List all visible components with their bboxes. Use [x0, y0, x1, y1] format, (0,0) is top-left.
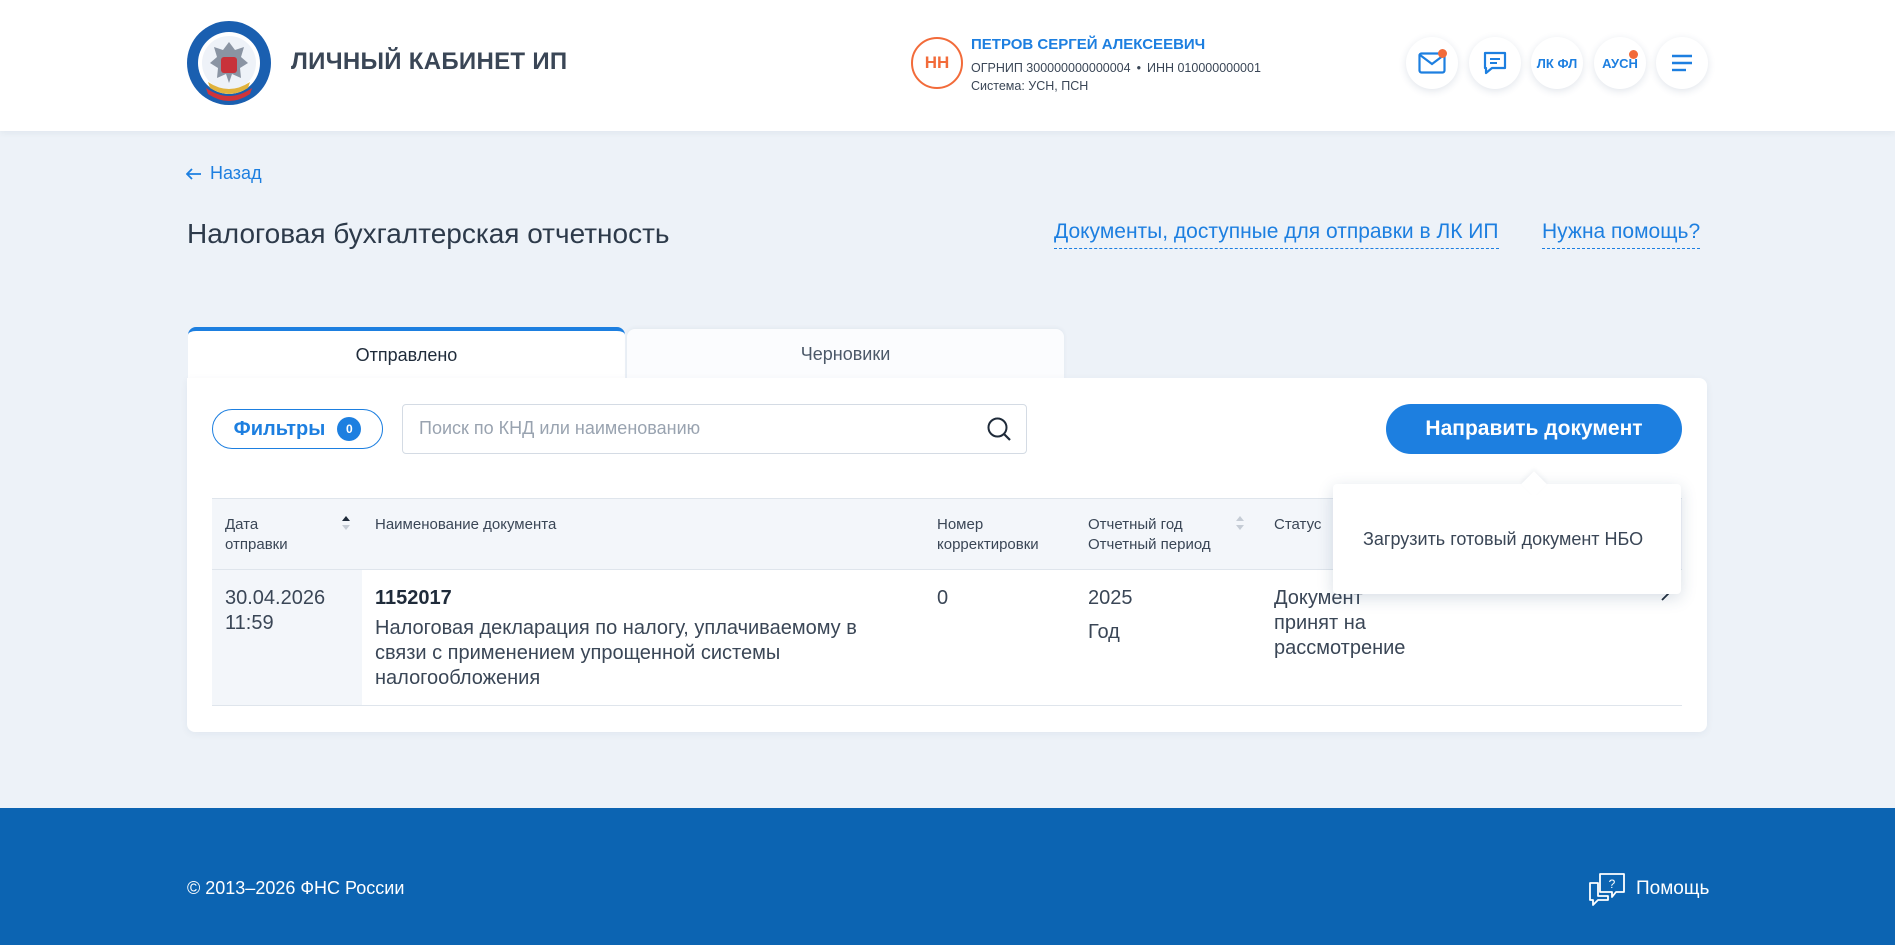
row-correction: 0: [937, 587, 949, 609]
column-header-correction: Номер корректировки: [937, 516, 1039, 553]
menu-button[interactable]: [1656, 37, 1708, 89]
upload-ready-document-item[interactable]: Загрузить готовый документ НБО: [1363, 529, 1643, 550]
row-year-period: 2025 Год: [1088, 587, 1133, 643]
app-title: ЛИЧНЫЙ КАБИНЕТ ИП: [291, 48, 568, 75]
mail-button[interactable]: [1406, 37, 1458, 89]
filters-label: Фильтры: [233, 417, 326, 440]
column-header-year-period[interactable]: Отчетный год Отчетный период: [1088, 515, 1211, 555]
available-documents-link[interactable]: Документы, доступные для отправки в ЛК И…: [1054, 220, 1499, 249]
send-document-button[interactable]: Направить документ: [1386, 404, 1682, 454]
search-box: [402, 404, 1027, 454]
lk-fl-label: ЛК ФЛ: [1536, 55, 1578, 71]
search-input[interactable]: [419, 405, 979, 452]
need-help-link[interactable]: Нужна помощь?: [1542, 220, 1701, 249]
svg-text:?: ?: [1609, 877, 1616, 891]
hamburger-menu-icon: [1672, 54, 1692, 72]
sort-neutral-icon[interactable]: [1235, 515, 1245, 531]
page-title: Налоговая бухгалтерская отчетность: [187, 218, 670, 249]
row-status: Документ принят на рассмотрение: [1274, 587, 1406, 659]
arrow-left-icon: [186, 167, 201, 180]
column-header-date[interactable]: Дата отправки: [225, 515, 288, 555]
user-ogrnip: ОГРНИП 300000000000004: [971, 61, 1131, 75]
id-separator: •: [1136, 61, 1141, 75]
column-header-name: Наименование документа: [375, 516, 557, 533]
row-knd: 1152017: [375, 587, 452, 609]
user-ids: ОГРНИП 300000000000004 • ИНН 010000000001: [971, 61, 1261, 75]
search-icon[interactable]: [986, 416, 1012, 442]
filters-count-badge: 0: [337, 417, 362, 441]
back-label: Назад: [210, 163, 262, 183]
chat-icon: [1483, 51, 1507, 75]
mail-notification-dot: [1438, 49, 1447, 58]
ausn-button[interactable]: АУСН: [1594, 37, 1646, 89]
row-document-name: 1152017 Налоговая декларация по налогу, …: [375, 587, 857, 689]
messages-button[interactable]: [1469, 37, 1521, 89]
row-date: 30.04.2026 11:59: [225, 587, 326, 634]
fns-emblem-icon[interactable]: [186, 20, 272, 106]
filters-button[interactable]: Фильтры 0: [212, 409, 383, 449]
header: ЛИЧНЫЙ КАБИНЕТ ИП НН ПЕТРОВ СЕРГЕЙ АЛЕКС…: [0, 0, 1895, 131]
avatar[interactable]: НН: [911, 37, 963, 89]
sort-ascending-icon[interactable]: [341, 515, 351, 531]
tab-drafts[interactable]: Черновики: [627, 329, 1064, 379]
user-tax-system: Система: УСН, ПСН: [971, 79, 1089, 93]
help-chat-icon: ?: [1589, 873, 1625, 906]
footer-help-label: Помощь: [1636, 878, 1710, 899]
user-inn: ИНН 010000000001: [1146, 61, 1261, 75]
send-document-dropdown: Загрузить готовый документ НБО: [1333, 484, 1681, 594]
back-link[interactable]: Назад: [186, 163, 262, 184]
column-header-status: Статус: [1274, 516, 1322, 533]
copyright: © 2013–2026 ФНС России: [187, 878, 405, 898]
user-name[interactable]: ПЕТРОВ СЕРГЕЙ АЛЕКСЕЕВИЧ: [971, 36, 1205, 53]
ausn-notification-dot: [1629, 50, 1638, 59]
lk-fl-button[interactable]: ЛК ФЛ: [1531, 37, 1583, 89]
tab-sent[interactable]: Отправлено: [188, 327, 625, 379]
footer-help-link[interactable]: ? Помощь: [1588, 872, 1709, 906]
